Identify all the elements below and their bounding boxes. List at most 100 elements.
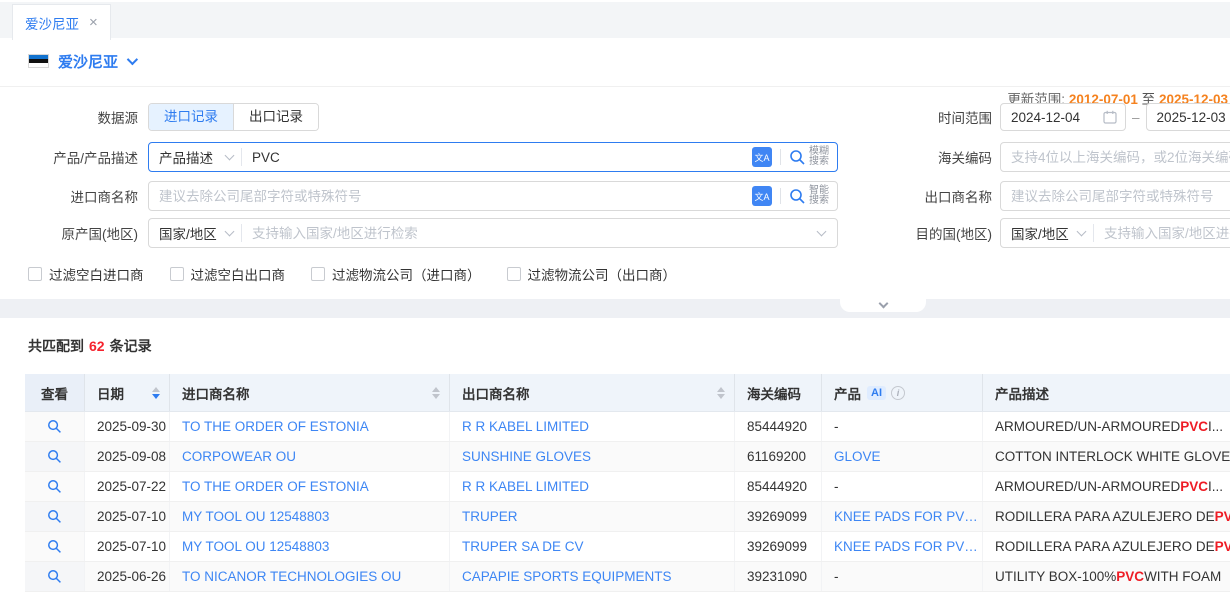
chevron-down-icon[interactable] xyxy=(127,54,138,65)
sort-control[interactable] xyxy=(432,387,440,399)
column-header-4: 海关编码 xyxy=(735,374,822,411)
filter-checkbox-0[interactable]: 过滤空白进口商 xyxy=(28,264,144,284)
exporter-link[interactable]: R R KABEL LIMITED xyxy=(462,419,589,434)
column-label: 出口商名称 xyxy=(462,383,530,403)
sort-asc-icon[interactable] xyxy=(152,387,160,392)
sort-desc-icon[interactable] xyxy=(152,394,160,399)
translate-icon[interactable]: 文A xyxy=(752,186,772,206)
toggle-import-records[interactable]: 进口记录 xyxy=(149,104,233,130)
country-header[interactable]: 爱沙尼亚 xyxy=(28,50,135,72)
toggle-export-records[interactable]: 出口记录 xyxy=(233,104,318,130)
filter-checkbox-3[interactable]: 过滤物流公司（出口商） xyxy=(507,264,677,284)
importer-link[interactable]: MY TOOL OU 12548803 xyxy=(182,509,329,524)
destination-type-select[interactable]: 国家/地区 xyxy=(1001,223,1093,243)
importer-input[interactable] xyxy=(149,183,752,209)
chevron-down-icon[interactable] xyxy=(817,227,827,237)
filter-checkbox-1[interactable]: 过滤空白出口商 xyxy=(170,264,286,284)
view-record-button[interactable] xyxy=(47,479,62,494)
info-icon[interactable]: i xyxy=(891,386,905,400)
date-start-input[interactable]: 2024-12-04 xyxy=(1000,103,1126,131)
description-cell: ARMOURED/UN-ARMOURED PVC I... xyxy=(983,412,1230,441)
exporter-link[interactable]: SUNSHINE GLOVES xyxy=(462,449,591,464)
exporter-input[interactable] xyxy=(1001,189,1230,204)
column-label: 产品描述 xyxy=(995,383,1049,403)
product-cell: KNEE PADS FOR PVC T... xyxy=(822,532,983,561)
description-text: WITH FOAM xyxy=(1144,569,1221,584)
view-cell xyxy=(25,532,85,561)
product-link[interactable]: KNEE PADS FOR PVC T... xyxy=(834,509,982,524)
table-row: 2025-09-08CORPOWEAR OUSUNSHINE GLOVES611… xyxy=(25,442,1230,472)
date-cell: 2025-06-26 xyxy=(85,562,170,591)
origin-row: 原产国(地区) 国家/地区 xyxy=(28,218,838,248)
importer-link[interactable]: MY TOOL OU 12548803 xyxy=(182,539,329,554)
importer-link[interactable]: TO THE ORDER OF ESTONIA xyxy=(182,479,369,494)
sort-asc-icon[interactable] xyxy=(432,387,440,392)
exporter-link[interactable]: R R KABEL LIMITED xyxy=(462,479,589,494)
column-label: 进口商名称 xyxy=(182,383,250,403)
summary-prefix: 共匹配到 xyxy=(28,338,84,354)
chevron-down-icon xyxy=(225,227,235,237)
view-record-button[interactable] xyxy=(47,419,62,434)
collapse-form-button[interactable] xyxy=(840,299,926,312)
fuzzy-search-toggle[interactable]: 模糊 搜索 xyxy=(789,147,837,167)
checkbox-icon[interactable] xyxy=(311,267,325,281)
date-cell: 2025-07-22 xyxy=(85,472,170,501)
sort-control[interactable] xyxy=(717,387,725,399)
view-record-button[interactable] xyxy=(47,509,62,524)
exporter-link[interactable]: CAPAPIE SPORTS EQUIPMENTS xyxy=(462,569,672,584)
datasource-label: 数据源 xyxy=(28,107,138,127)
tab-close-icon[interactable]: × xyxy=(89,15,98,30)
date-cell: 2025-07-10 xyxy=(85,532,170,561)
importer-link[interactable]: TO THE ORDER OF ESTONIA xyxy=(182,419,369,434)
importer-link[interactable]: TO NICANOR TECHNOLOGIES OU xyxy=(182,569,401,584)
origin-type-select[interactable]: 国家/地区 xyxy=(149,223,241,243)
column-header-2[interactable]: 进口商名称 xyxy=(170,374,450,411)
checkbox-icon[interactable] xyxy=(507,267,521,281)
product-link[interactable]: GLOVE xyxy=(834,449,881,464)
time-range-label: 时间范围 xyxy=(880,107,992,127)
view-record-button[interactable] xyxy=(47,539,62,554)
destination-control: 国家/地区 xyxy=(1000,218,1230,248)
product-link[interactable]: KNEE PADS FOR PVC T... xyxy=(834,539,982,554)
importer-control: 文A 智能 搜索 xyxy=(148,181,838,211)
description-highlight: PVC xyxy=(1180,479,1208,494)
sort-asc-icon[interactable] xyxy=(717,387,725,392)
view-record-button[interactable] xyxy=(47,449,62,464)
product-cell: - xyxy=(822,412,983,441)
view-cell xyxy=(25,502,85,531)
product-input[interactable] xyxy=(242,144,752,170)
sort-desc-icon[interactable] xyxy=(717,394,725,399)
description-text: UTILITY BOX-100% xyxy=(995,569,1116,584)
chevron-down-icon xyxy=(225,151,235,161)
column-label: 产品 xyxy=(834,383,861,403)
exporter-link[interactable]: TRUPER xyxy=(462,509,518,524)
checkbox-icon[interactable] xyxy=(170,267,184,281)
hs-code-cell: 61169200 xyxy=(735,442,822,471)
hs-code-input[interactable] xyxy=(1001,150,1230,165)
origin-input[interactable] xyxy=(242,220,818,246)
destination-input[interactable] xyxy=(1094,220,1230,246)
tab-estonia[interactable]: 爱沙尼亚 × xyxy=(12,4,111,40)
filter-checkbox-2[interactable]: 过滤物流公司（进口商） xyxy=(311,264,481,284)
product-type-select[interactable]: 产品描述 xyxy=(149,147,241,167)
exporter-link[interactable]: TRUPER SA DE CV xyxy=(462,539,584,554)
translate-icon[interactable]: 文A xyxy=(752,147,772,167)
column-header-1[interactable]: 日期 xyxy=(85,374,170,411)
smart-search-toggle[interactable]: 智能 搜索 xyxy=(789,186,837,206)
exporter-cell: TRUPER SA DE CV xyxy=(450,532,735,561)
column-label: 日期 xyxy=(97,383,124,403)
sort-control[interactable] xyxy=(152,387,160,399)
records-table: 查看日期进口商名称出口商名称海关编码产品AIi产品描述 2025-09-30TO… xyxy=(25,374,1230,592)
checkbox-icon[interactable] xyxy=(28,267,42,281)
importer-cell: MY TOOL OU 12548803 xyxy=(170,502,450,531)
importer-cell: TO NICANOR TECHNOLOGIES OU xyxy=(170,562,450,591)
date-end-input[interactable]: 2025-12-03 xyxy=(1146,103,1230,131)
importer-link[interactable]: CORPOWEAR OU xyxy=(182,449,296,464)
sort-desc-icon[interactable] xyxy=(432,394,440,399)
column-header-3[interactable]: 出口商名称 xyxy=(450,374,735,411)
exporter-cell: R R KABEL LIMITED xyxy=(450,472,735,501)
date-start-value: 2024-12-04 xyxy=(1011,110,1097,125)
view-record-button[interactable] xyxy=(47,569,62,584)
tab-bar: 爱沙尼亚 × xyxy=(0,0,1230,38)
checkbox-label: 过滤物流公司（进口商） xyxy=(332,264,481,284)
